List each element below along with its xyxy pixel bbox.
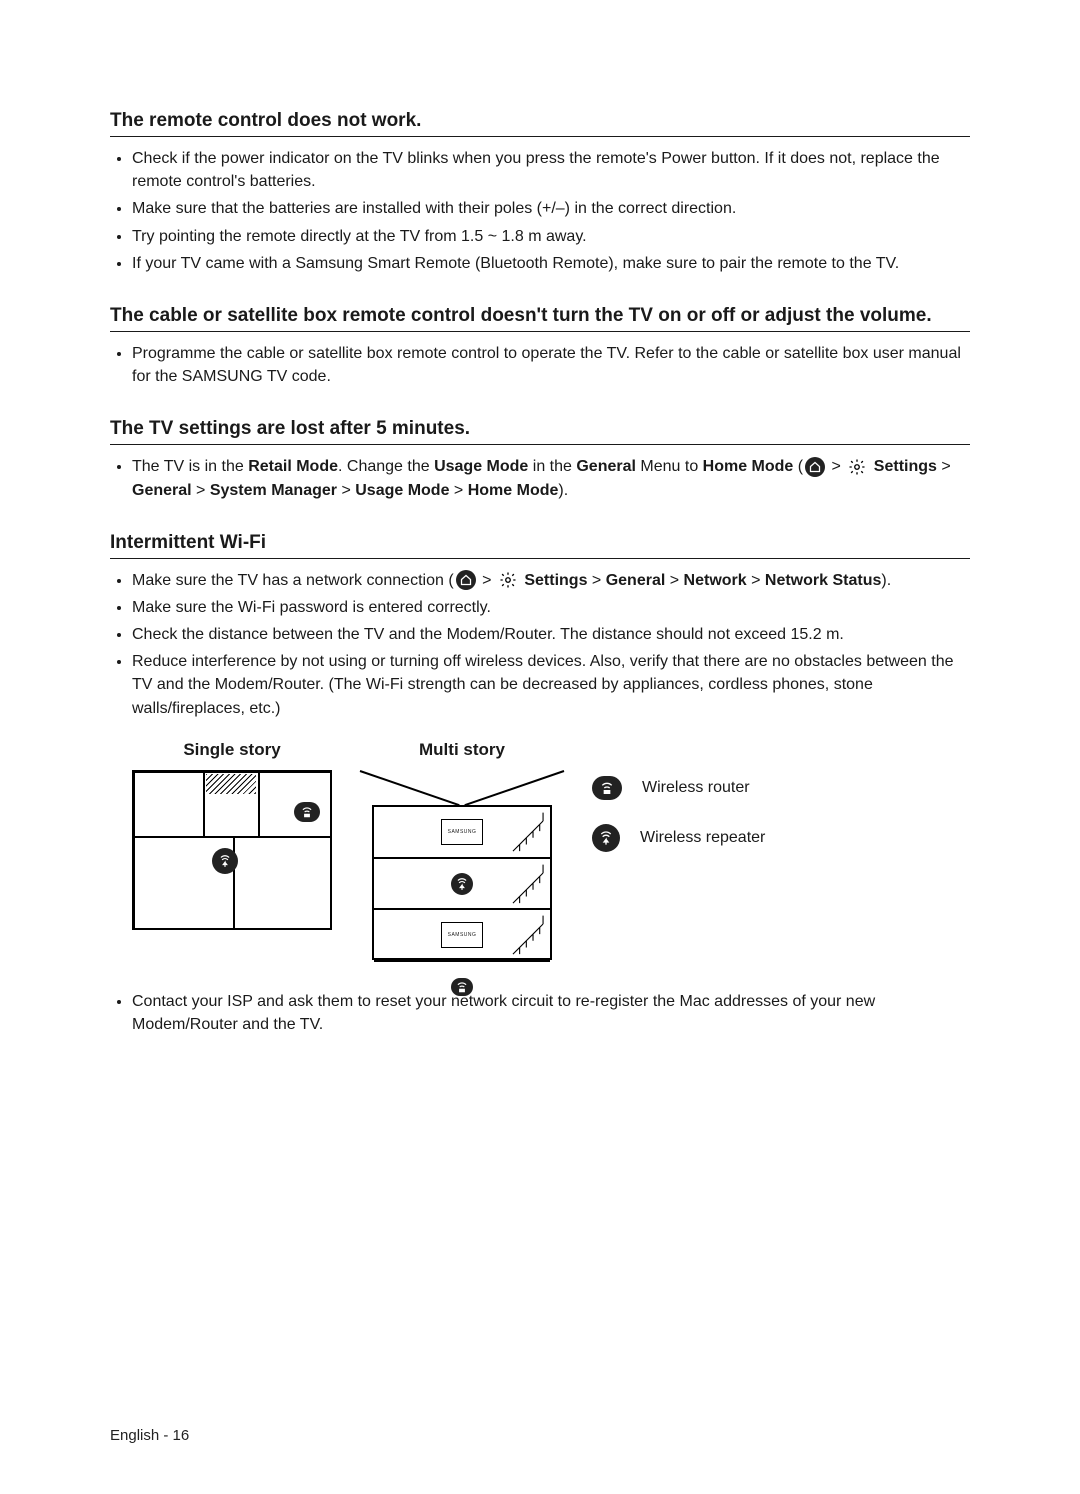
repeater-icon (451, 873, 473, 895)
diagram-row: Single story Multi story SAMSUNG (110, 740, 970, 960)
list-item: Programme the cable or satellite box rem… (132, 342, 970, 388)
text-bold: System Manager (210, 482, 337, 499)
bullets-wifi: Make sure the TV has a network connectio… (110, 569, 970, 720)
text-bold: Home Mode (703, 458, 794, 475)
heading-cable-box: The cable or satellite box remote contro… (110, 305, 970, 332)
legend-label: Wireless router (642, 779, 750, 797)
bullets-remote: Check if the power indicator on the TV b… (110, 147, 970, 275)
text: > (587, 572, 605, 589)
stairs-icon (510, 811, 546, 853)
text-bold: Network Status (765, 572, 881, 589)
diagram-title: Multi story (419, 740, 505, 760)
text: in the (528, 458, 576, 475)
text-bold: Settings (524, 572, 587, 589)
text-bold: Network (684, 572, 747, 589)
repeater-icon (212, 848, 238, 874)
text: > (747, 572, 765, 589)
stairs-icon (510, 914, 546, 956)
text: > (337, 482, 355, 499)
list-item: Make sure that the batteries are install… (132, 197, 970, 220)
tv-icon: SAMSUNG (441, 819, 483, 845)
settings-icon (847, 457, 867, 477)
text: Menu to (636, 458, 703, 475)
stairs-icon (510, 863, 546, 905)
settings-icon (498, 570, 518, 590)
list-item: Try pointing the remote directly at the … (132, 225, 970, 248)
text-bold: Usage Mode (434, 458, 528, 475)
text-bold: General (606, 572, 666, 589)
list-item: Contact your ISP and ask them to reset y… (132, 990, 970, 1036)
text: > (665, 572, 683, 589)
house-illustration: SAMSUNG SAMSUNG (362, 770, 562, 960)
text: > (192, 482, 210, 499)
diagram-legend: Wireless router Wireless repeater (592, 740, 765, 852)
bullets-retail: The TV is in the Retail Mode. Change the… (110, 455, 970, 501)
tv-icon: SAMSUNG (441, 922, 483, 948)
text-bold: Settings (874, 458, 937, 475)
multi-story-diagram: Multi story SAMSUNG SAMSUNG (362, 740, 562, 960)
home-icon (456, 570, 476, 590)
router-icon (451, 978, 473, 996)
list-item: Check the distance between the TV and th… (132, 623, 970, 646)
diagram-title: Single story (183, 740, 280, 760)
text-bold: Retail Mode (248, 458, 338, 475)
list-item: Make sure the TV has a network connectio… (132, 569, 970, 592)
heading-retail: The TV settings are lost after 5 minutes… (110, 418, 970, 445)
text: > (937, 458, 951, 475)
legend-row: Wireless router (592, 776, 765, 800)
repeater-icon (592, 824, 620, 852)
heading-remote: The remote control does not work. (110, 110, 970, 137)
list-item: Reduce interference by not using or turn… (132, 650, 970, 720)
list-item: The TV is in the Retail Mode. Change the… (132, 455, 970, 501)
bullets-cable-box: Programme the cable or satellite box rem… (110, 342, 970, 388)
home-icon (805, 457, 825, 477)
text: ). (558, 482, 568, 499)
list-item: Check if the power indicator on the TV b… (132, 147, 970, 193)
text: ). (881, 572, 891, 589)
router-icon (294, 802, 320, 822)
text: Make sure the TV has a network connectio… (132, 572, 454, 589)
text: > (449, 482, 467, 499)
floorplan (132, 770, 332, 930)
heading-wifi: Intermittent Wi-Fi (110, 532, 970, 559)
document-page: The remote control does not work. Check … (0, 0, 1080, 1494)
single-story-diagram: Single story (132, 740, 332, 930)
router-icon (592, 776, 622, 800)
text: The TV is in the (132, 458, 248, 475)
text-bold: General (132, 482, 192, 499)
list-item: If your TV came with a Samsung Smart Rem… (132, 252, 970, 275)
legend-row: Wireless repeater (592, 824, 765, 852)
text-bold: Home Mode (468, 482, 559, 499)
text: > (478, 572, 496, 589)
text: ( (793, 458, 803, 475)
legend-label: Wireless repeater (640, 829, 765, 847)
text-bold: General (576, 458, 636, 475)
page-footer: English - 16 (110, 1427, 189, 1444)
text: . Change the (338, 458, 434, 475)
text: > (827, 458, 845, 475)
list-item: Make sure the Wi-Fi password is entered … (132, 596, 970, 619)
text-bold: Usage Mode (355, 482, 449, 499)
